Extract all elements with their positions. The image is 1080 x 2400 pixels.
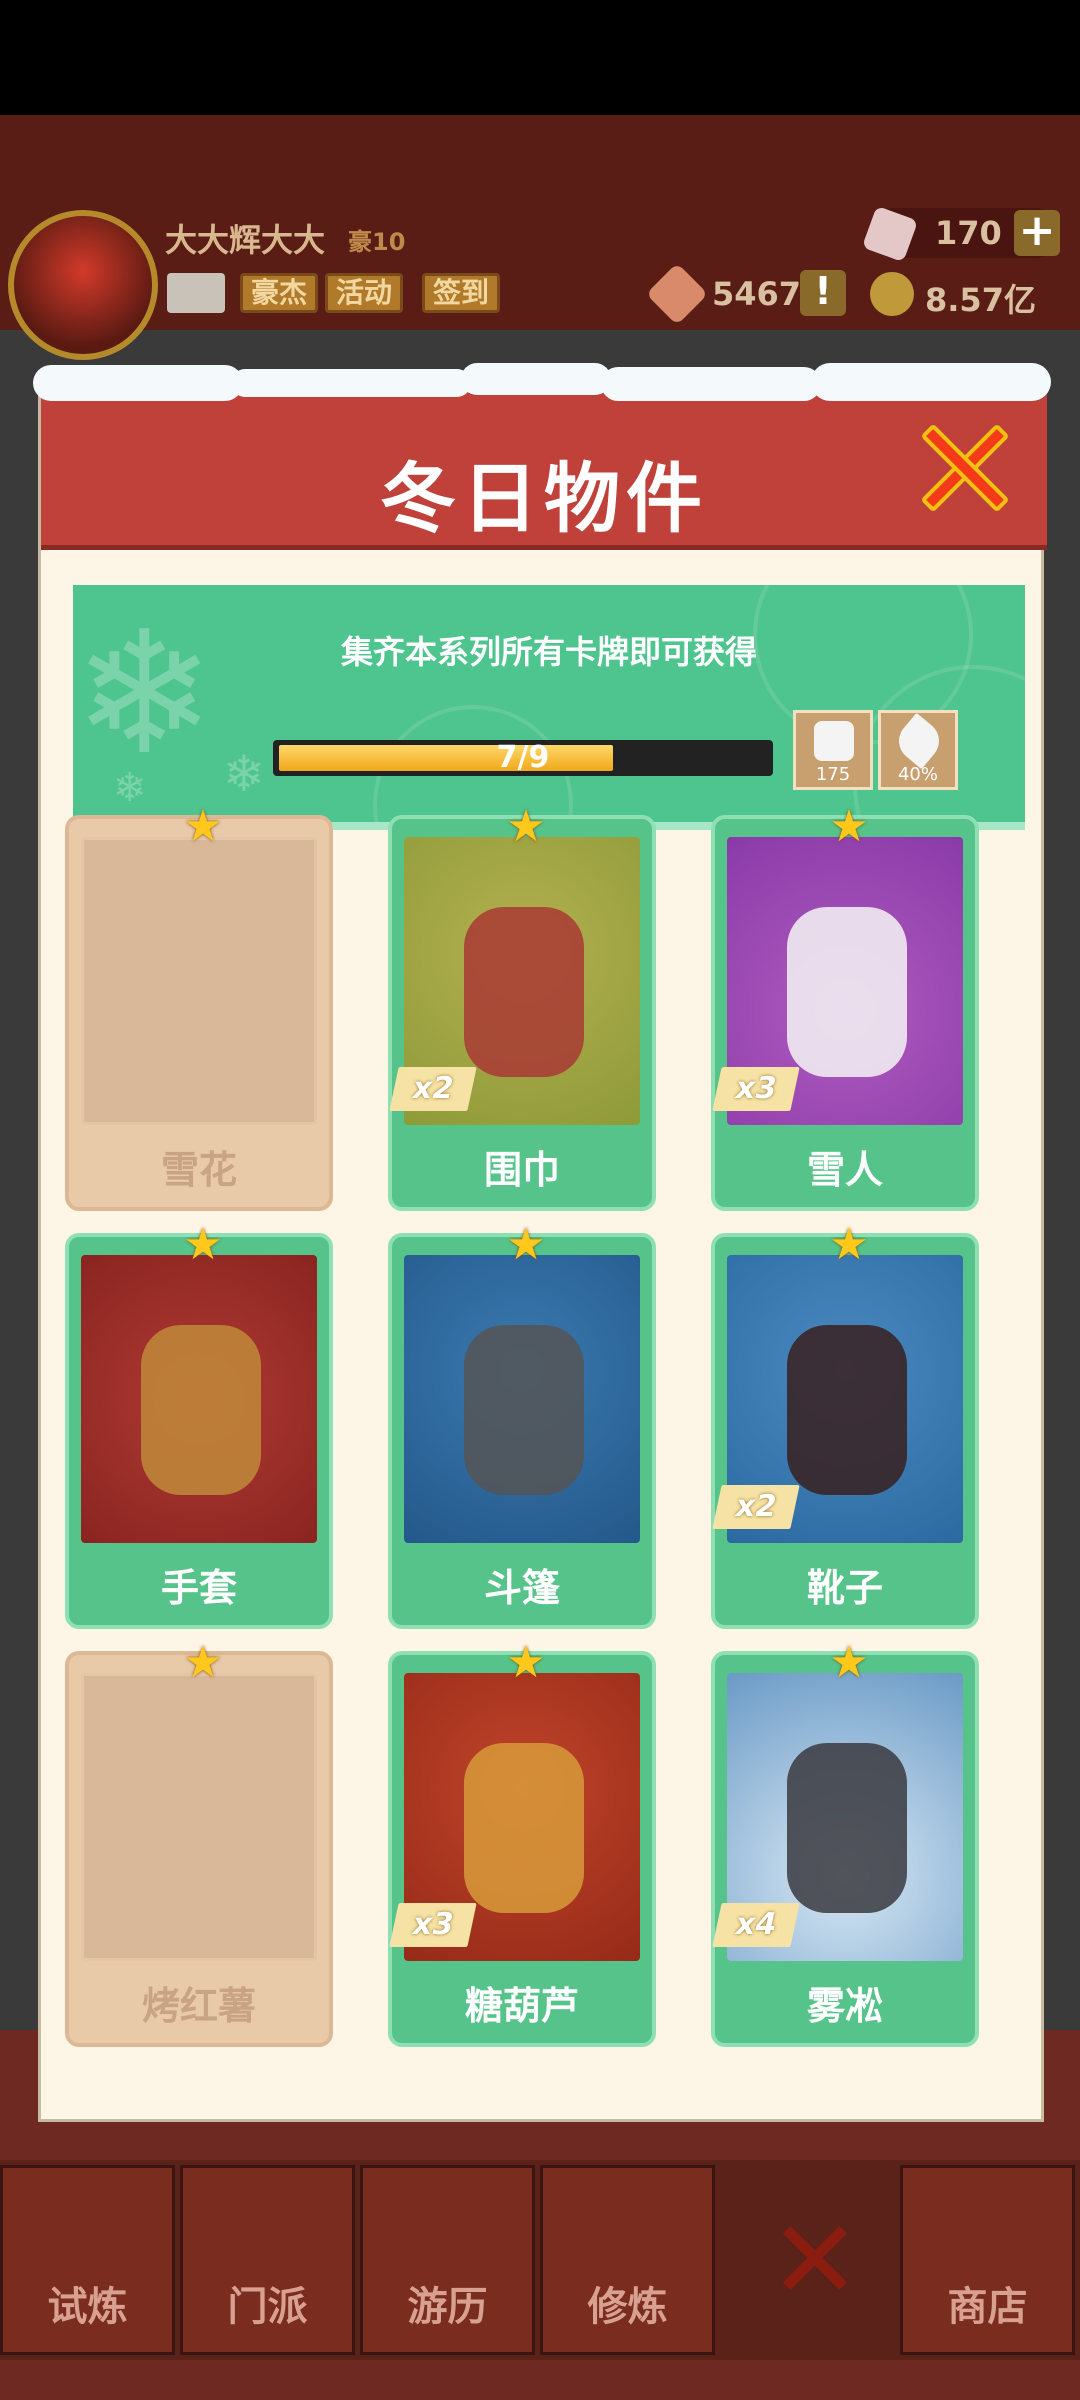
tokens-value: 5467 bbox=[712, 275, 802, 313]
card-snowflake[interactable]: ★ 雪花 bbox=[65, 805, 333, 1211]
coins-value: 8.57亿 bbox=[925, 281, 1036, 319]
card-candied-haws[interactable]: ★ x3 糖葫芦 bbox=[388, 1641, 656, 2047]
tab-cultivate[interactable]: 修炼 bbox=[540, 2165, 715, 2355]
tab-label: 门派 bbox=[227, 2284, 308, 2330]
tab-label: 试炼 bbox=[47, 2284, 128, 2330]
snow-decoration bbox=[461, 363, 611, 395]
reward-dice[interactable]: 175 bbox=[793, 710, 873, 790]
tab-label: 商店 bbox=[947, 2284, 1028, 2330]
card-count-badge: x3 bbox=[389, 1903, 477, 1947]
card-count-badge: x2 bbox=[712, 1485, 800, 1529]
card-name: 糖葫芦 bbox=[464, 1984, 579, 2028]
snowflake-icon: ❄ bbox=[73, 595, 216, 793]
snowman-icon bbox=[787, 907, 907, 1077]
coin-icon bbox=[870, 272, 914, 316]
card-name: 雪花 bbox=[160, 1148, 237, 1192]
snowflake-icon: ❄ bbox=[113, 765, 147, 811]
snow-decoration bbox=[601, 367, 821, 401]
reward-label: 40% bbox=[897, 764, 938, 785]
dialog-title: 冬日物件 bbox=[380, 454, 708, 543]
card-count-badge: x3 bbox=[712, 1067, 800, 1111]
card-cloak[interactable]: ★ 斗篷 bbox=[388, 1223, 656, 1629]
close-icon: ✕ bbox=[768, 2196, 862, 2324]
cloak-art bbox=[404, 1255, 640, 1543]
player-rank: 豪10 bbox=[348, 228, 406, 256]
collection-progress-bar: 7/9 bbox=[273, 740, 773, 776]
dialog-header: 冬日物件 bbox=[33, 363, 1051, 550]
card-rime[interactable]: ★ x4 雾凇 bbox=[711, 1641, 979, 2047]
star-icon: ★ bbox=[829, 1219, 869, 1270]
tab-travel[interactable]: 游历 bbox=[360, 2165, 535, 2355]
reward-label: 175 bbox=[815, 764, 851, 785]
gloves-art bbox=[81, 1255, 317, 1543]
card-name: 斗篷 bbox=[483, 1566, 560, 1610]
star-icon: ★ bbox=[506, 1219, 546, 1270]
progress-text: 7/9 bbox=[496, 740, 550, 775]
gems-value: 170 bbox=[935, 214, 1002, 252]
gloves-icon bbox=[141, 1325, 261, 1495]
card-name: 烤红薯 bbox=[141, 1984, 256, 2028]
card-gloves[interactable]: ★ 手套 bbox=[65, 1223, 333, 1629]
reward-blade[interactable]: 40% bbox=[878, 710, 958, 790]
card-name: 手套 bbox=[160, 1566, 237, 1610]
scarf-icon bbox=[464, 907, 584, 1077]
card-count-badge: x4 bbox=[712, 1903, 800, 1947]
snow-decoration bbox=[811, 363, 1051, 401]
card-snowman[interactable]: ★ x3 雪人 bbox=[711, 805, 979, 1211]
tab-sect[interactable]: 门派 bbox=[180, 2165, 355, 2355]
sweet-potato-art bbox=[81, 1673, 317, 1961]
card-name: 雾凇 bbox=[806, 1984, 883, 2028]
avatar[interactable] bbox=[8, 210, 158, 360]
card-name: 靴子 bbox=[806, 1566, 883, 1610]
tab-label: 游历 bbox=[407, 2284, 488, 2330]
star-icon: ★ bbox=[183, 1219, 223, 1270]
cloak-icon bbox=[464, 1325, 584, 1495]
mail-icon[interactable] bbox=[167, 273, 225, 313]
dice-icon bbox=[814, 721, 854, 761]
add-gems-button[interactable]: + bbox=[1014, 209, 1060, 256]
close-button[interactable] bbox=[916, 420, 1012, 516]
collection-dialog: 冬日物件 ❄ ❄ ❄ 集齐本系列所有卡牌即可获得 7/9 175 40% ★ 雪花… bbox=[33, 363, 1051, 2122]
card-name: 雪人 bbox=[806, 1148, 883, 1192]
card-name: 围巾 bbox=[483, 1148, 560, 1192]
player-name: 大大辉大大 bbox=[165, 221, 326, 259]
series-reward-banner: ❄ ❄ ❄ 集齐本系列所有卡牌即可获得 7/9 175 40% bbox=[73, 585, 1025, 830]
card-boots[interactable]: ★ x2 靴子 bbox=[711, 1223, 979, 1629]
checkin-button[interactable]: 签到 bbox=[422, 273, 501, 313]
blade-icon bbox=[890, 712, 948, 770]
star-icon: ★ bbox=[183, 1637, 223, 1688]
snow-decoration bbox=[231, 369, 471, 397]
star-icon: ★ bbox=[506, 1637, 546, 1688]
star-icon: ★ bbox=[829, 1637, 869, 1688]
tab-label: 修炼 bbox=[587, 2284, 668, 2330]
boots-icon bbox=[787, 1325, 907, 1495]
card-sweet-potato[interactable]: ★ 烤红薯 bbox=[65, 1641, 333, 2047]
card-scarf[interactable]: ★ x2 围巾 bbox=[388, 805, 656, 1211]
snowflake-icon: ❄ bbox=[223, 745, 265, 803]
rime-icon bbox=[787, 1743, 907, 1913]
activity-button[interactable]: 活动 bbox=[325, 273, 404, 313]
snow-decoration bbox=[33, 365, 243, 401]
star-icon: ★ bbox=[506, 801, 546, 852]
tab-shop[interactable]: 商店 bbox=[900, 2165, 1075, 2355]
star-icon: ★ bbox=[183, 801, 223, 852]
card-count-badge: x2 bbox=[389, 1067, 477, 1111]
star-icon: ★ bbox=[829, 801, 869, 852]
banner-text: 集齐本系列所有卡牌即可获得 bbox=[340, 633, 757, 671]
snowflake-art bbox=[81, 837, 317, 1125]
haojie-button[interactable]: 豪杰 bbox=[240, 273, 319, 313]
candied-haws-icon bbox=[464, 1743, 584, 1913]
tab-trial[interactable]: 试炼 bbox=[0, 2165, 175, 2355]
alert-button[interactable]: ! bbox=[800, 270, 846, 316]
